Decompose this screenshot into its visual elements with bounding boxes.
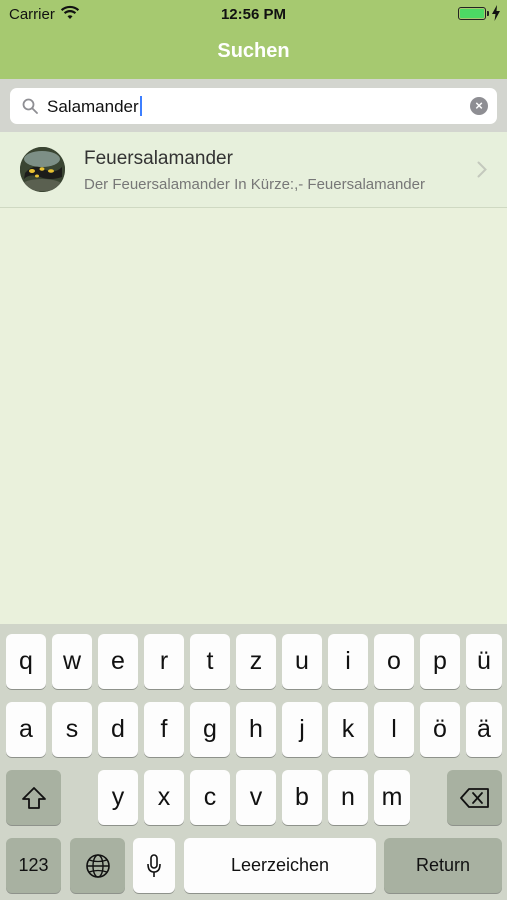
key-x[interactable]: x bbox=[144, 770, 184, 825]
backspace-icon bbox=[459, 788, 489, 809]
key-oe[interactable]: ö bbox=[420, 702, 460, 757]
list-item[interactable]: Feuersalamander Der Feuersalamander In K… bbox=[0, 132, 507, 208]
key-y[interactable]: y bbox=[98, 770, 138, 825]
key-n[interactable]: n bbox=[328, 770, 368, 825]
shift-key[interactable] bbox=[6, 770, 61, 825]
key-c[interactable]: c bbox=[190, 770, 230, 825]
navigation-bar: Carrier 12:56 PM Suchen bbox=[0, 0, 507, 79]
avatar bbox=[20, 147, 65, 192]
search-bar: Salamander × bbox=[0, 79, 507, 132]
key-z[interactable]: z bbox=[236, 634, 276, 689]
space-key[interactable]: Leerzeichen bbox=[184, 838, 376, 893]
return-key[interactable]: Return bbox=[384, 838, 502, 893]
key-s[interactable]: s bbox=[52, 702, 92, 757]
key-e[interactable]: e bbox=[98, 634, 138, 689]
key-l[interactable]: l bbox=[374, 702, 414, 757]
key-u[interactable]: u bbox=[282, 634, 322, 689]
key-b[interactable]: b bbox=[282, 770, 322, 825]
search-icon bbox=[22, 98, 38, 114]
key-v[interactable]: v bbox=[236, 770, 276, 825]
charging-bolt-icon bbox=[492, 5, 500, 21]
key-g[interactable]: g bbox=[190, 702, 230, 757]
key-o[interactable]: o bbox=[374, 634, 414, 689]
salamander-thumbnail-icon bbox=[20, 147, 65, 192]
clear-search-button[interactable]: × bbox=[470, 97, 488, 115]
search-input-value: Salamander bbox=[47, 96, 142, 117]
key-i[interactable]: i bbox=[328, 634, 368, 689]
shift-icon bbox=[21, 787, 46, 810]
search-input[interactable]: Salamander × bbox=[10, 88, 497, 124]
key-w[interactable]: w bbox=[52, 634, 92, 689]
result-subtitle: Der Feuersalamander In Kürze:,- Feuersal… bbox=[84, 176, 425, 193]
backspace-key[interactable] bbox=[447, 770, 502, 825]
clock: 12:56 PM bbox=[220, 6, 287, 23]
key-r[interactable]: r bbox=[144, 634, 184, 689]
dictation-key[interactable] bbox=[133, 838, 175, 893]
key-m[interactable]: m bbox=[374, 770, 410, 825]
result-title: Feuersalamander bbox=[84, 148, 233, 169]
numbers-key[interactable]: 123 bbox=[6, 838, 61, 893]
key-p[interactable]: p bbox=[420, 634, 460, 689]
globe-icon bbox=[85, 854, 110, 879]
key-a[interactable]: a bbox=[6, 702, 46, 757]
chevron-right-icon bbox=[477, 161, 487, 178]
keyboard: q w e r t z u i o p ü a s d f g h j k l … bbox=[0, 624, 507, 900]
key-q[interactable]: q bbox=[6, 634, 46, 689]
status-bar: Carrier 12:56 PM bbox=[0, 0, 507, 28]
key-h[interactable]: h bbox=[236, 702, 276, 757]
page-title: Suchen bbox=[217, 40, 290, 62]
text-caret bbox=[139, 96, 142, 116]
globe-key[interactable] bbox=[70, 838, 125, 893]
key-j[interactable]: j bbox=[282, 702, 322, 757]
battery-icon bbox=[458, 7, 489, 20]
key-k[interactable]: k bbox=[328, 702, 368, 757]
key-f[interactable]: f bbox=[144, 702, 184, 757]
key-ae[interactable]: ä bbox=[466, 702, 502, 757]
key-t[interactable]: t bbox=[190, 634, 230, 689]
microphone-icon bbox=[147, 854, 161, 878]
key-d[interactable]: d bbox=[98, 702, 138, 757]
key-ue[interactable]: ü bbox=[466, 634, 502, 689]
